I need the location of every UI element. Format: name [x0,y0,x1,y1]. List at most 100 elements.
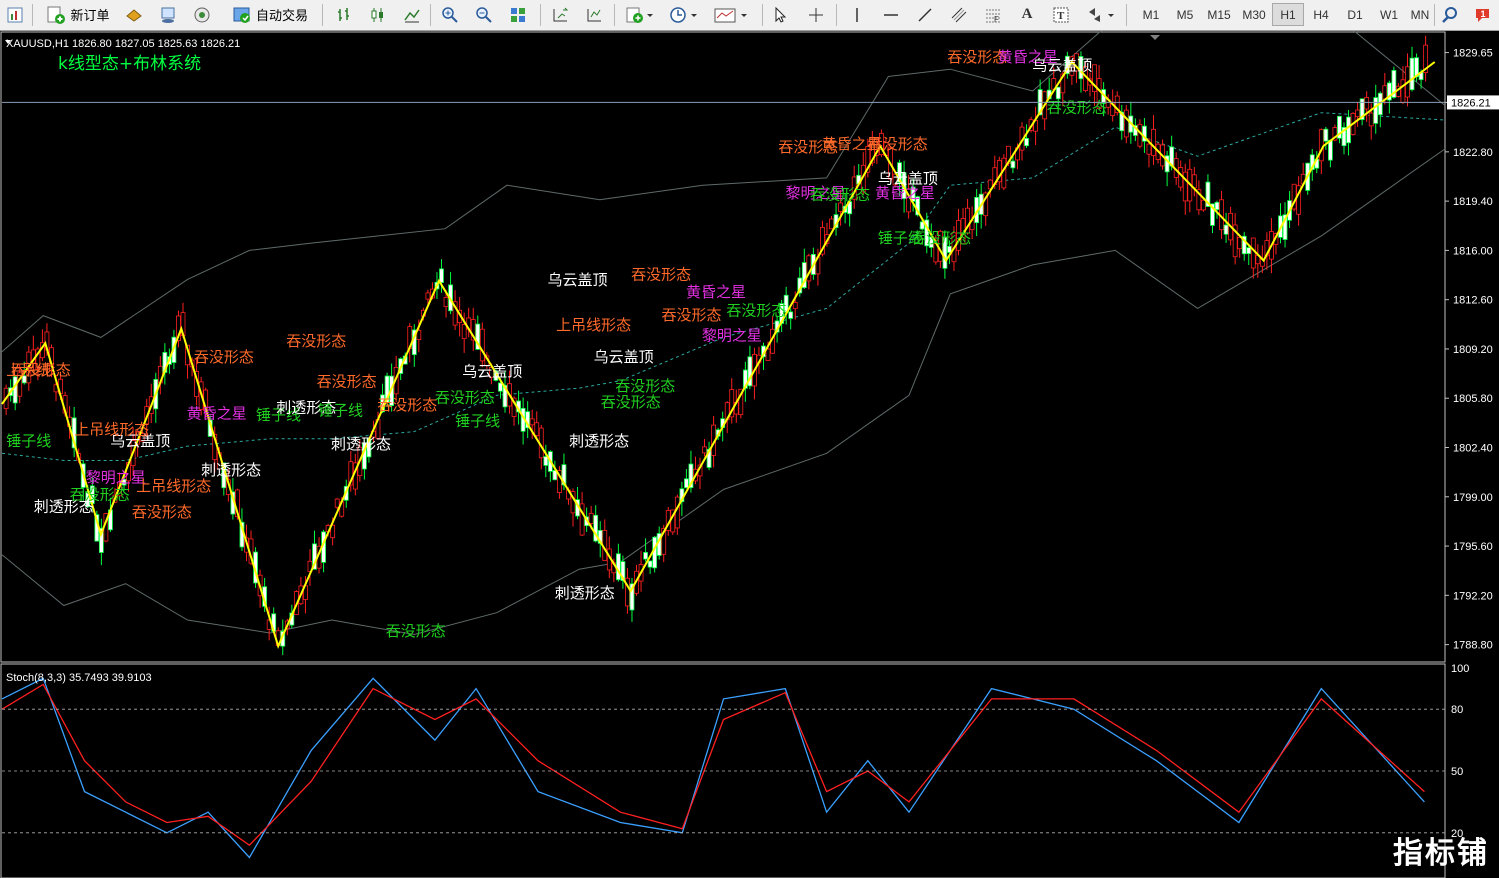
candle-body [1373,97,1379,124]
price-tick-label: 1816.00 [1453,245,1493,257]
vertical-line-icon[interactable] [845,3,869,26]
candle-body [1146,143,1152,155]
timeframe-m30[interactable]: M30 [1236,3,1272,26]
auto-scroll-icon[interactable] [582,3,606,26]
new-order-label: 新订单 [70,8,110,23]
zoom-out-icon[interactable] [472,3,496,26]
pattern-label: 刺透形态 [201,461,261,479]
notifications-icon[interactable]: 1 [1470,3,1496,26]
pattern-label: 吞没形态 [386,622,446,640]
candle-body [765,348,771,361]
pattern-label: 黄昏之星 [875,184,935,202]
price-tick-label: 1819.40 [1453,196,1493,208]
candle-body [647,560,653,568]
auto-trade-button[interactable]: 自动交易 [224,3,316,26]
timeframe-w1[interactable]: W1 [1372,3,1406,26]
crosshair-icon[interactable] [804,3,828,26]
pattern-label: 上吊线形态 [74,421,149,439]
price-tick-label: 1799.00 [1453,492,1493,504]
price-tick-label: 1792.20 [1453,590,1493,602]
candle-body [1400,79,1406,103]
periodicity-dropdown-icon[interactable] [666,3,702,26]
price-tick-label: 1788.80 [1453,640,1493,652]
horizontal-line-icon[interactable] [879,3,903,26]
navigator-icon[interactable] [190,3,214,26]
candle-body [1191,174,1197,189]
text-tool-icon[interactable]: A [1015,3,1039,26]
tile-windows-icon[interactable] [506,3,530,26]
zoom-in-icon[interactable] [438,3,462,26]
auto-trade-label: 自动交易 [255,8,308,23]
candle-body [792,302,798,310]
text-label-icon[interactable]: T [1049,3,1073,26]
market-watch-icon[interactable] [122,3,146,26]
candle-body [1368,112,1374,127]
pattern-label: 吞没形态 [726,302,786,320]
candle-body [1055,86,1061,100]
candle-body [1123,109,1129,138]
line-chart-icon[interactable] [400,3,424,26]
timeframe-mn[interactable]: MN [1406,3,1434,26]
indicators-dropdown-icon[interactable] [622,3,658,26]
pattern-label: 黄昏之星 [686,283,746,301]
pattern-label: 刺透形态 [569,432,629,450]
candle-body [534,422,540,436]
timeframe-h4[interactable]: H4 [1304,3,1338,26]
timeframe-d1[interactable]: D1 [1338,3,1372,26]
candle-body [461,324,467,340]
price-tick-label: 1802.40 [1453,443,1493,455]
pattern-label: 锤子线 [6,432,51,450]
svg-text:T: T [1057,10,1065,22]
candle-body [1355,109,1360,118]
candle-body [425,292,431,300]
templates-dropdown-icon[interactable] [710,3,754,26]
timeframe-m5[interactable]: M5 [1168,3,1202,26]
new-chart-icon[interactable] [3,3,27,26]
candle-body [1223,224,1229,235]
stoch-tick-label: 50 [1451,766,1463,778]
pattern-label: 吞没形态 [1047,99,1107,117]
timeframe-m1[interactable]: M1 [1134,3,1168,26]
timeframe-h1[interactable]: H1 [1272,3,1304,26]
candle-body [643,552,648,560]
price-tick-label: 1812.60 [1453,295,1493,307]
pattern-label: 锤子线 [455,412,500,430]
pattern-label: 乌云盖顶 [548,271,608,289]
chart-window[interactable]: 吞没形态 上吊线 锤子线 乌云盖顶 上吊线形态 黎明之星 刺透形态 吞没形态 上吊线形态 吞没形态… [0,31,1499,878]
candle-body [1201,199,1206,211]
candle-body [1250,237,1256,269]
pattern-label: 黎明之星 [702,326,762,344]
candle-body [543,456,549,466]
pattern-label: 吞没形态 [631,265,691,283]
pattern-label: 刺透形态 [555,584,615,602]
candle-body [334,498,340,508]
candle-body [588,512,594,524]
pattern-label: 乌云盖顶 [594,348,654,366]
pattern-label: 上吊线形态 [136,477,211,495]
bar-chart-icon[interactable] [332,3,356,26]
price-tick-label: 1795.60 [1453,541,1493,553]
pattern-label: 吞没形态 [601,393,661,411]
fibonacci-icon[interactable]: F [981,3,1005,26]
price-tick-label: 1829.65 [1453,48,1493,60]
stoch-tick-label: 80 [1451,704,1463,716]
pattern-label: 乌云盖顶 [1032,57,1092,75]
trendline-icon[interactable] [913,3,937,26]
pattern-label: 吞没形态 [810,186,870,204]
equidistant-channel-icon[interactable] [947,3,971,26]
watermark-logo: 指标铺 [1393,836,1489,871]
chart-shift-icon[interactable] [548,3,572,26]
timeframe-m15[interactable]: M15 [1202,3,1236,26]
candle-body [1327,139,1333,161]
new-order-button[interactable]: 新订单 [38,3,118,26]
cursor-icon[interactable] [768,3,792,26]
candle-body [1409,57,1415,91]
arrows-dropdown-icon[interactable] [1083,3,1119,26]
candle-body [1246,247,1252,255]
candlestick-chart-icon[interactable] [366,3,390,26]
candle-body [1214,201,1220,211]
svg-text:F: F [994,15,999,24]
data-window-icon[interactable] [156,3,180,26]
search-icon[interactable] [1438,3,1462,26]
chart-canvas[interactable]: 吞没形态上吊线锤子线 乌云盖顶上吊线形态黎明之星刺透形态吞没形态 上吊线形态吞没形态… [0,31,1499,878]
